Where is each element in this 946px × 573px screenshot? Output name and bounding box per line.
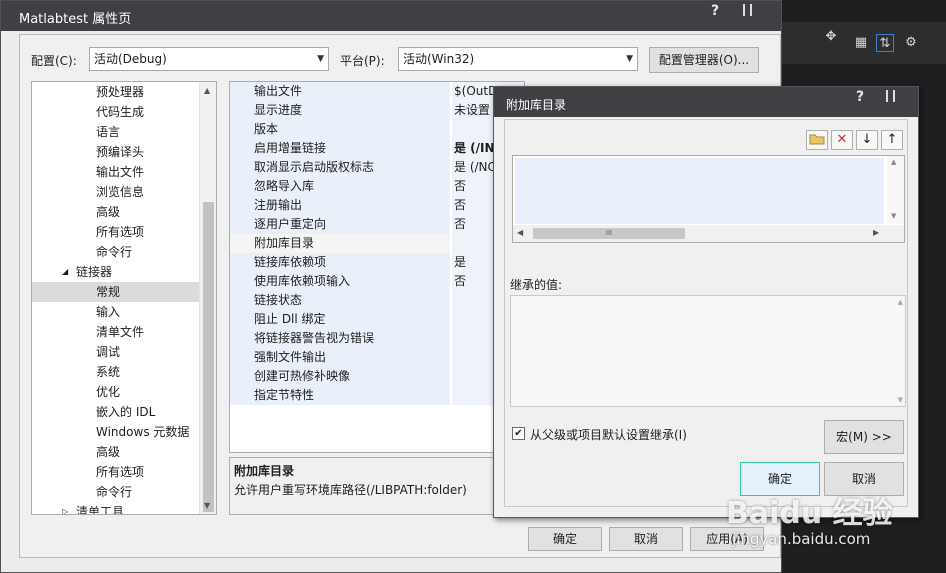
scroll-right-icon[interactable]: ▶: [873, 228, 879, 237]
property-row[interactable]: 显示进度 未设置: [230, 101, 524, 121]
tree-item[interactable]: 预编译头: [32, 142, 200, 162]
tree-item[interactable]: 优化: [32, 382, 200, 402]
additional-library-dirs-dialog: 附加库目录 ? ✕ ↓ ↑ ▲ ▼ ◀ III ▶ 继承的值: ▲ ▼ ✔ 从父…: [493, 86, 919, 518]
platform-combo[interactable]: 活动(Win32) ▼: [398, 47, 638, 71]
inherited-values-box: ▲ ▼: [510, 295, 906, 407]
tree-scroll-thumb[interactable]: [203, 202, 214, 512]
property-row[interactable]: 输出文件 $(OutD: [230, 82, 524, 102]
watermark-url: jingyan.baidu.com: [732, 530, 871, 548]
list-horizontal-scrollbar[interactable]: ◀ III ▶: [513, 225, 904, 242]
tree-item[interactable]: 所有选项: [32, 222, 200, 242]
platform-value: 活动(Win32): [403, 52, 475, 66]
description-panel: 附加库目录 允许用户重写环境库路径(/LIBPATH:folder): [229, 457, 525, 515]
tree-item[interactable]: 调试: [32, 342, 200, 362]
alphabetical-sort-icon[interactable]: ⇅: [876, 34, 894, 52]
chevron-down-icon: ▼: [317, 54, 324, 64]
scroll-left-icon[interactable]: ◀: [517, 228, 523, 237]
horizontal-scroll-thumb[interactable]: III: [533, 228, 685, 239]
background-toolbar: ✥ ▦ ⇅ ⚙: [782, 22, 946, 64]
property-row-selected[interactable]: 附加库目录: [230, 234, 524, 254]
expand-triangle-icon[interactable]: ▷: [62, 502, 68, 514]
sub-titlebar: 附加库目录 ?: [494, 87, 918, 117]
tree-item-manifest-tool[interactable]: ▷ 清单工具: [32, 502, 200, 514]
sub-help-button[interactable]: ?: [856, 89, 864, 105]
scroll-up-icon[interactable]: ▲: [898, 298, 903, 306]
watermark-logo: Baidu 经验: [726, 496, 893, 531]
scroll-down-icon[interactable]: ▼: [898, 396, 903, 404]
directory-list[interactable]: ▲ ▼ ◀ III ▶: [512, 155, 905, 243]
property-row[interactable]: 版本: [230, 120, 524, 140]
description-text: 允许用户重写环境库路径(/LIBPATH:folder): [234, 483, 467, 497]
inherit-checkbox-label[interactable]: 从父级或项目默认设置继承(I): [530, 426, 687, 443]
tree-item[interactable]: 高级: [32, 202, 200, 222]
help-button[interactable]: ?: [711, 3, 719, 19]
tree-item[interactable]: 预处理器: [32, 82, 200, 102]
new-folder-icon[interactable]: [806, 130, 828, 150]
property-grid: 输出文件 $(OutD 显示进度 未设置 版本 启用增量链接是 (/IN 取消显示启…: [229, 81, 525, 453]
scroll-down-icon[interactable]: ▼: [204, 501, 210, 510]
tree-item[interactable]: Windows 元数据: [32, 422, 200, 442]
macros-button[interactable]: 宏(M) >>: [824, 420, 904, 454]
main-dialog-title: Matlabtest 属性页: [19, 12, 132, 27]
tree-item[interactable]: 浏览信息: [32, 182, 200, 202]
close-icon[interactable]: [741, 4, 757, 16]
property-row[interactable]: 逐用户重定向否: [230, 215, 524, 235]
property-row[interactable]: 启用增量链接是 (/IN: [230, 139, 524, 159]
property-row[interactable]: 阻止 Dll 绑定: [230, 310, 524, 330]
property-row[interactable]: 强制文件输出: [230, 348, 524, 368]
sub-dialog-title: 附加库目录: [506, 98, 567, 112]
description-title: 附加库目录: [234, 464, 295, 478]
property-row[interactable]: 将链接器警告视为错误: [230, 329, 524, 349]
pin-icon[interactable]: ✥: [822, 28, 840, 46]
scroll-down-icon[interactable]: ▼: [891, 212, 896, 220]
inherited-values-label: 继承的值:: [510, 278, 563, 292]
tree-item[interactable]: 高级: [32, 442, 200, 462]
directory-list-edit-row[interactable]: [515, 158, 884, 224]
property-pages-icon[interactable]: ⚙: [902, 34, 920, 52]
property-row[interactable]: 使用库依赖项输入否: [230, 272, 524, 292]
property-row[interactable]: 指定节特性: [230, 386, 524, 406]
property-row[interactable]: 创建可热修补映像: [230, 367, 524, 387]
config-combo[interactable]: 活动(Debug) ▼: [89, 47, 329, 71]
move-down-icon[interactable]: ↓: [856, 130, 878, 150]
config-manager-button[interactable]: 配置管理器(O)...: [649, 47, 759, 73]
main-ok-button[interactable]: 确定: [528, 527, 602, 551]
tree-item[interactable]: 嵌入的 IDL: [32, 402, 200, 422]
tree-item[interactable]: 系统: [32, 362, 200, 382]
move-up-icon[interactable]: ↑: [881, 130, 903, 150]
delete-icon[interactable]: ✕: [831, 130, 853, 150]
main-titlebar: Matlabtest 属性页 ?: [1, 1, 781, 31]
tree-item[interactable]: 命令行: [32, 482, 200, 502]
property-row[interactable]: 忽略导入库否: [230, 177, 524, 197]
scroll-up-icon[interactable]: ▲: [204, 86, 210, 95]
tree-item-selected[interactable]: 常规: [32, 282, 200, 302]
tree-item-linker[interactable]: ◢ 链接器: [32, 262, 200, 282]
expand-triangle-icon[interactable]: ◢: [62, 262, 68, 282]
chevron-down-icon: ▼: [626, 54, 633, 64]
tree-item[interactable]: 清单文件: [32, 322, 200, 342]
tree-item[interactable]: 所有选项: [32, 462, 200, 482]
categorized-icon[interactable]: ▦: [852, 34, 870, 52]
tree-item[interactable]: 语言: [32, 122, 200, 142]
tree-item[interactable]: 输出文件: [32, 162, 200, 182]
config-value: 活动(Debug): [94, 52, 167, 66]
property-row[interactable]: 取消显示启动版权标志是 (/NC: [230, 158, 524, 178]
property-row[interactable]: 链接库依赖项是: [230, 253, 524, 273]
sub-close-icon[interactable]: [884, 90, 900, 102]
settings-tree: 预处理器 代码生成 语言 预编译头 输出文件 浏览信息 高级 所有选项 命令行 …: [31, 81, 217, 515]
platform-label: 平台(P):: [340, 54, 385, 68]
tree-scrollbar[interactable]: ▲ ▼: [199, 82, 216, 514]
property-row[interactable]: 注册输出否: [230, 196, 524, 216]
property-row[interactable]: 链接状态: [230, 291, 524, 311]
scroll-up-icon[interactable]: ▲: [891, 158, 896, 166]
main-cancel-button[interactable]: 取消: [609, 527, 683, 551]
tree-item[interactable]: 命令行: [32, 242, 200, 262]
inherit-checkbox[interactable]: ✔: [512, 427, 525, 440]
tree-item[interactable]: 输入: [32, 302, 200, 322]
list-vertical-scrollbar[interactable]: ▲ ▼: [887, 156, 904, 224]
config-label: 配置(C):: [31, 54, 77, 68]
tree-item[interactable]: 代码生成: [32, 102, 200, 122]
